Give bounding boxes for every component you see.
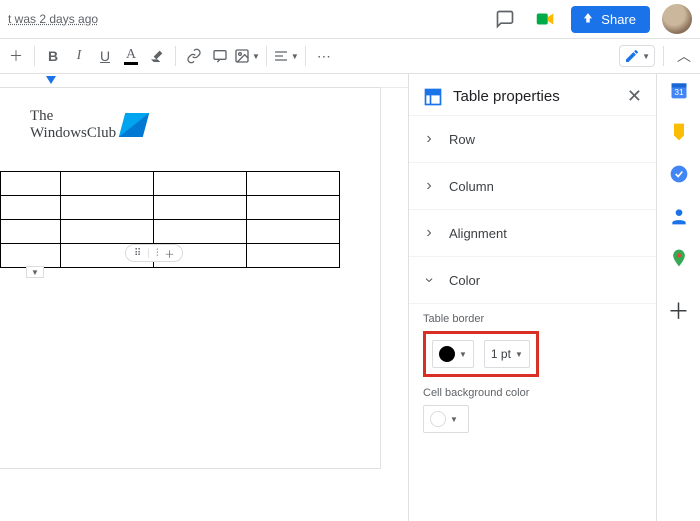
- bg-label: Cell background color: [423, 387, 642, 399]
- section-column[interactable]: › Column: [409, 162, 656, 209]
- options-icon: ⫶: [156, 248, 159, 259]
- side-rail: 31 ＋: [656, 74, 700, 521]
- addons-plus-icon[interactable]: ＋: [669, 300, 689, 320]
- table-row: [1, 220, 340, 244]
- brand-logo-icon: [119, 113, 149, 137]
- image-button[interactable]: ▼: [234, 44, 260, 68]
- border-color-button[interactable]: ▼: [432, 340, 474, 368]
- border-width-button[interactable]: 1 pt ▼: [484, 340, 530, 368]
- italic-button[interactable]: I: [67, 44, 91, 68]
- calendar-icon[interactable]: 31: [669, 80, 689, 100]
- panel-title: Table properties: [453, 88, 617, 105]
- table-icon: [423, 87, 443, 107]
- avatar[interactable]: [662, 4, 692, 34]
- maps-icon[interactable]: [669, 248, 689, 268]
- drag-icon: ⠿: [134, 248, 141, 259]
- document-canvas[interactable]: The WindowsClub ⠿ | ⫶ ＋ ▼: [0, 74, 408, 521]
- chevron-right-icon: ›: [423, 130, 435, 148]
- section-alignment[interactable]: › Alignment: [409, 209, 656, 256]
- border-label: Table border: [423, 313, 642, 325]
- collapse-up-icon[interactable]: ︿: [672, 44, 696, 68]
- indent-marker-icon[interactable]: [46, 76, 56, 84]
- text-color-button[interactable]: A: [119, 44, 143, 68]
- keep-icon[interactable]: [669, 122, 689, 142]
- svg-text:31: 31: [674, 87, 684, 97]
- color-swatch-icon: [430, 411, 446, 427]
- ruler[interactable]: [0, 74, 408, 88]
- contacts-icon[interactable]: [669, 206, 689, 226]
- bold-button[interactable]: B: [41, 44, 65, 68]
- align-button[interactable]: ▼: [273, 44, 299, 68]
- add-col-icon: ＋: [164, 246, 174, 261]
- tasks-icon[interactable]: [669, 164, 689, 184]
- brand-line1: The: [30, 108, 116, 125]
- link-button[interactable]: [182, 44, 206, 68]
- comments-icon[interactable]: [491, 5, 519, 33]
- last-edit-link[interactable]: t was 2 days ago: [8, 12, 98, 26]
- chevron-right-icon: ›: [423, 177, 435, 195]
- border-controls-highlight: ▼ 1 pt ▼: [423, 331, 539, 377]
- chevron-down-icon: ›: [420, 274, 438, 286]
- color-swatch-icon: [439, 346, 455, 362]
- brand-block: The WindowsClub: [30, 108, 360, 141]
- close-icon[interactable]: ✕: [627, 86, 642, 107]
- section-color[interactable]: › Color: [409, 256, 656, 303]
- add-icon[interactable]: ＋: [4, 44, 28, 68]
- table-drag-handle[interactable]: ⠿ | ⫶ ＋: [125, 244, 183, 262]
- brand-line2: WindowsClub: [30, 125, 116, 142]
- toolbar: ＋ B I U A ▼ ▼ ⋯ ▼ ︿: [0, 38, 700, 74]
- underline-button[interactable]: U: [93, 44, 117, 68]
- comment-button[interactable]: [208, 44, 232, 68]
- table-row: [1, 172, 340, 196]
- editing-mode-button[interactable]: ▼: [619, 45, 655, 67]
- section-row[interactable]: › Row: [409, 115, 656, 162]
- cell-options-handle[interactable]: ▼: [26, 266, 44, 278]
- table-properties-panel: Table properties ✕ › Row › Column › Alig…: [408, 74, 656, 521]
- meet-icon[interactable]: [531, 5, 559, 33]
- share-button[interactable]: Share: [571, 6, 650, 33]
- more-button[interactable]: ⋯: [312, 44, 336, 68]
- share-label: Share: [601, 12, 636, 27]
- highlight-button[interactable]: [145, 44, 169, 68]
- cell-bg-color-button[interactable]: ▼: [423, 405, 469, 433]
- table-row: [1, 196, 340, 220]
- chevron-right-icon: ›: [423, 224, 435, 242]
